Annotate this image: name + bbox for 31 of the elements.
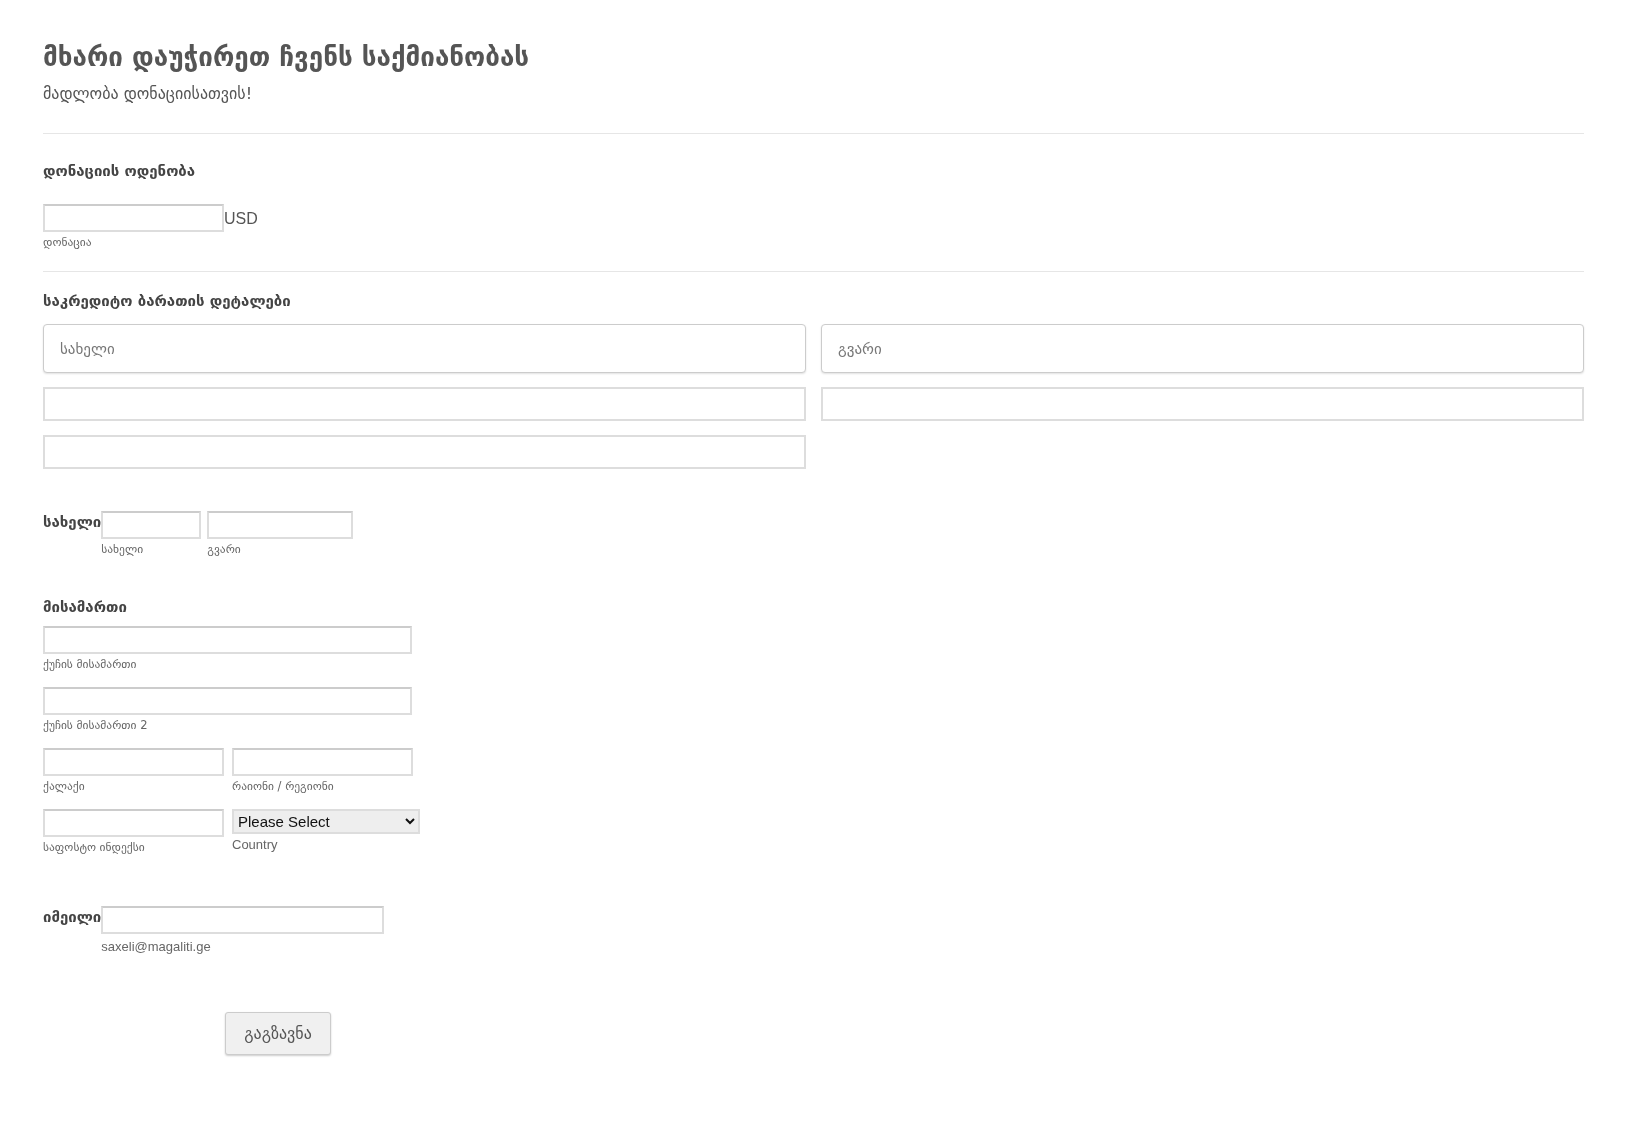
section-label: მისამართი bbox=[43, 598, 128, 616]
field-sublabel: საფოსტო ინდექსი bbox=[43, 840, 146, 854]
currency-label: USD bbox=[224, 210, 258, 228]
postal-code-input[interactable] bbox=[43, 809, 224, 837]
field-sublabel: დონაცია bbox=[43, 235, 93, 249]
street-input[interactable] bbox=[43, 626, 412, 654]
field-label: სახელი bbox=[43, 513, 102, 531]
submit-button[interactable]: გაგზავნა bbox=[225, 1012, 331, 1055]
field-sublabel: რაიონი / რეგიონი bbox=[232, 779, 335, 793]
donation-input[interactable] bbox=[43, 204, 224, 232]
field-sublabel: ქუჩის მისამართი 2 bbox=[43, 718, 149, 732]
section-label: საკრედიტო ბარათის დეტალები bbox=[43, 292, 292, 310]
field-sublabel: გვარი bbox=[207, 542, 242, 556]
street-input[interactable] bbox=[43, 687, 412, 715]
form-title: მხარი დაუჭირეთ ჩვენს საქმიანობას bbox=[43, 42, 531, 72]
field-sublabel: ქალაქი bbox=[43, 779, 86, 793]
region-input[interactable] bbox=[232, 748, 413, 776]
field-label: იმეილი bbox=[43, 908, 102, 926]
first-name-input[interactable] bbox=[101, 511, 202, 539]
last-name-input[interactable] bbox=[207, 511, 354, 539]
last-name-input[interactable]: გვარი bbox=[821, 324, 1584, 373]
email-input[interactable] bbox=[101, 906, 385, 934]
first-name-input[interactable]: სახელი bbox=[43, 324, 806, 373]
field-sublabel: saxeli@magaliti.ge bbox=[101, 939, 212, 954]
field-sublabel: Country bbox=[232, 837, 279, 852]
form-subtitle: მადლობა დონაციისათვის! bbox=[43, 84, 254, 103]
country-select[interactable]: Please Select bbox=[232, 809, 420, 834]
city-input[interactable] bbox=[43, 748, 224, 776]
field-sublabel: ქუჩის მისამართი bbox=[43, 657, 138, 671]
field-sublabel: სახელი bbox=[101, 542, 145, 556]
section-label: დონაციის ოდენობა bbox=[43, 162, 197, 180]
